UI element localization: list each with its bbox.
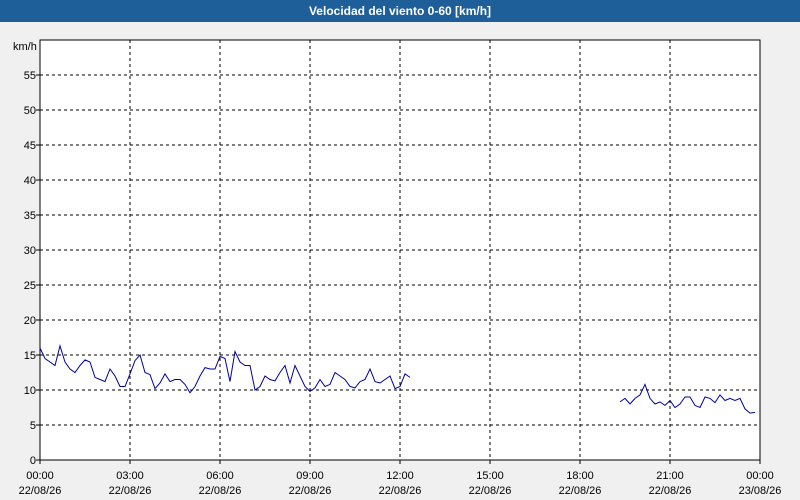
y-tick-label: 45 (24, 140, 36, 152)
x-tick-date: 22/08/26 (109, 485, 152, 497)
x-tick-time: 09:00 (296, 470, 324, 482)
x-tick-date: 23/08/26 (739, 485, 782, 497)
x-tick-time: 15:00 (476, 470, 504, 482)
y-axis-label: km/h (13, 41, 37, 53)
x-tick-date: 22/08/26 (649, 485, 692, 497)
y-tick-label: 25 (24, 280, 36, 292)
x-tick-time: 21:00 (656, 470, 684, 482)
x-tick-date: 22/08/26 (289, 485, 332, 497)
y-tick-label: 20 (24, 315, 36, 327)
x-tick-date: 22/08/26 (19, 485, 62, 497)
y-tick-label: 0 (30, 455, 36, 467)
y-tick-label: 40 (24, 175, 36, 187)
x-tick-time: 18:00 (566, 470, 594, 482)
y-tick-label: 50 (24, 105, 36, 117)
x-tick-time: 12:00 (386, 470, 414, 482)
y-tick-label: 55 (24, 70, 36, 82)
y-tick-label: 35 (24, 210, 36, 222)
x-tick-date: 22/08/26 (379, 485, 422, 497)
x-tick-time: 00:00 (26, 470, 54, 482)
y-axis-ticks: 0 5 10 15 20 25 30 35 40 45 50 55 (24, 70, 40, 467)
y-tick-label: 10 (24, 385, 36, 397)
x-tick-time: 03:00 (116, 470, 144, 482)
x-tick-time: 06:00 (206, 470, 234, 482)
wind-speed-chart: 0 5 10 15 20 25 30 35 40 45 50 55 00:00 22/08/26 03:0… (13, 39, 782, 497)
x-axis-ticks: 00:00 22/08/26 03:00 22/08/26 06:00 22/08/26 0… (19, 460, 782, 497)
x-tick-time: 00:00 (746, 470, 774, 482)
y-tick-label: 5 (30, 420, 36, 432)
x-tick-date: 22/08/26 (199, 485, 242, 497)
x-tick-date: 22/08/26 (559, 485, 602, 497)
y-tick-label: 30 (24, 245, 36, 257)
x-tick-date: 22/08/26 (469, 485, 512, 497)
y-tick-label: 15 (24, 350, 36, 362)
